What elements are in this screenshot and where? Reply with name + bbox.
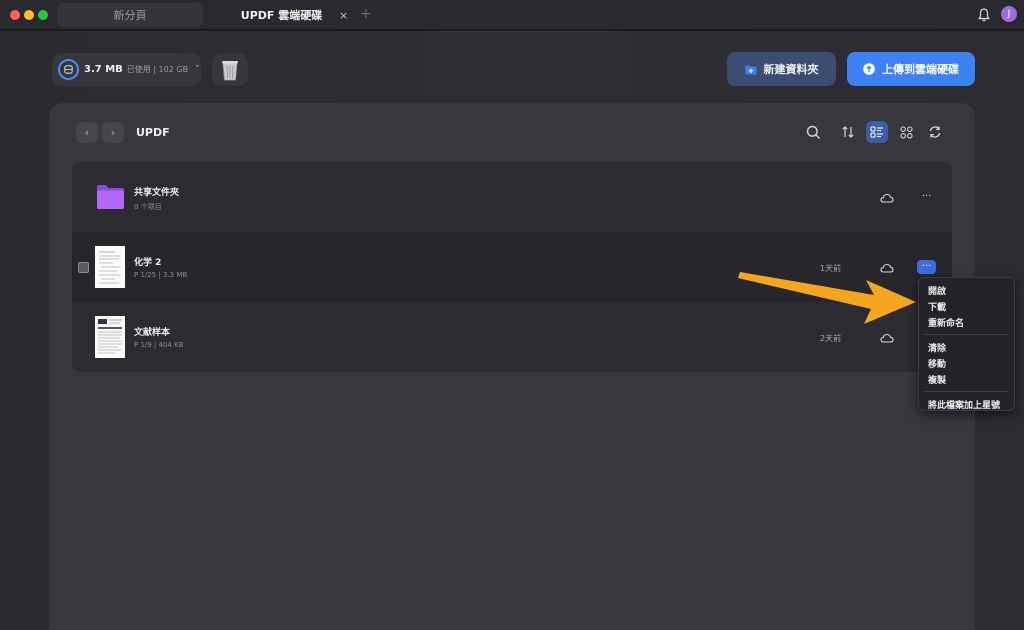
cloud-icon[interactable] [880, 193, 894, 203]
file-thumbnail [95, 316, 125, 358]
tab-new[interactable]: 新分頁 [57, 3, 203, 27]
upload-label: 上傳到雲端硬碟 [882, 63, 959, 76]
context-menu: 開啟 下載 重新命名 清除 移動 複製 將此檔案加上星號 [918, 277, 1015, 411]
menu-item-open[interactable]: 開啟 [919, 282, 1014, 298]
folder-icon [97, 185, 124, 209]
breadcrumb[interactable]: UPDF [136, 126, 170, 139]
file-name: 化学 2 [134, 258, 162, 268]
storage-used: 3.7 MB [84, 64, 123, 75]
storage-icon [58, 59, 79, 80]
sort-icon[interactable] [837, 121, 859, 143]
file-meta: 0 个项目 [134, 203, 162, 211]
forward-button[interactable]: › [102, 122, 124, 143]
more-options-button[interactable]: ··· [917, 260, 936, 274]
storage-total: 已使用 | 102 GB [126, 65, 189, 74]
menu-item-download[interactable]: 下載 [919, 298, 1014, 314]
menu-item-move[interactable]: 移動 [919, 355, 1014, 371]
file-name: 文献样本 [134, 328, 171, 338]
close-window-button[interactable] [10, 10, 20, 20]
more-options-button[interactable]: ··· [917, 190, 936, 204]
tab-updf-cloud[interactable]: UPDF 雲端硬碟 [205, 3, 358, 27]
menu-item-star[interactable]: 將此檔案加上星號 [919, 396, 1014, 412]
storage-indicator[interactable]: 3.7 MB 已使用 | 102 GB ˅ [52, 53, 201, 86]
upload-icon [863, 63, 875, 75]
file-meta: P 1/9 | 404 KB [134, 341, 184, 349]
minimize-window-button[interactable] [24, 10, 34, 20]
refresh-icon[interactable] [924, 121, 946, 143]
new-folder-label: 新建資料夾 [763, 63, 819, 76]
trash-icon [222, 60, 238, 80]
menu-divider [925, 334, 1008, 335]
menu-item-rename[interactable]: 重新命名 [919, 314, 1014, 330]
file-thumbnail [95, 246, 125, 288]
back-button[interactable]: ‹ [76, 122, 98, 143]
maximize-window-button[interactable] [38, 10, 48, 20]
menu-divider [925, 391, 1008, 392]
folder-plus-icon [745, 65, 756, 74]
search-icon[interactable] [802, 121, 824, 143]
title-bar: 新分頁 UPDF 雲端硬碟 × + J [0, 0, 1024, 30]
new-folder-button[interactable]: 新建資料夾 [727, 52, 836, 86]
upload-button[interactable]: 上傳到雲端硬碟 [847, 52, 975, 86]
bell-icon[interactable] [976, 7, 992, 23]
tab-close-button[interactable]: × [339, 9, 348, 22]
list-item[interactable]: 共享文件夾 0 个项目 ··· [72, 162, 952, 232]
menu-item-delete[interactable]: 清除 [919, 339, 1014, 355]
annotation-arrow-icon [738, 272, 916, 324]
new-tab-button[interactable]: + [360, 6, 372, 22]
file-name: 共享文件夾 [134, 188, 180, 198]
list-view-icon[interactable] [866, 121, 888, 143]
cloud-icon[interactable] [880, 333, 894, 343]
trash-button[interactable] [212, 53, 248, 86]
file-modified-time: 2天前 [820, 334, 842, 343]
grid-view-icon[interactable] [895, 121, 917, 143]
avatar[interactable]: J [1001, 6, 1017, 22]
file-meta: P 1/25 | 3.3 MB [134, 271, 188, 279]
menu-item-copy[interactable]: 複製 [919, 371, 1014, 387]
select-checkbox[interactable] [78, 262, 89, 273]
chevron-down-icon[interactable]: ˅ [195, 65, 200, 75]
